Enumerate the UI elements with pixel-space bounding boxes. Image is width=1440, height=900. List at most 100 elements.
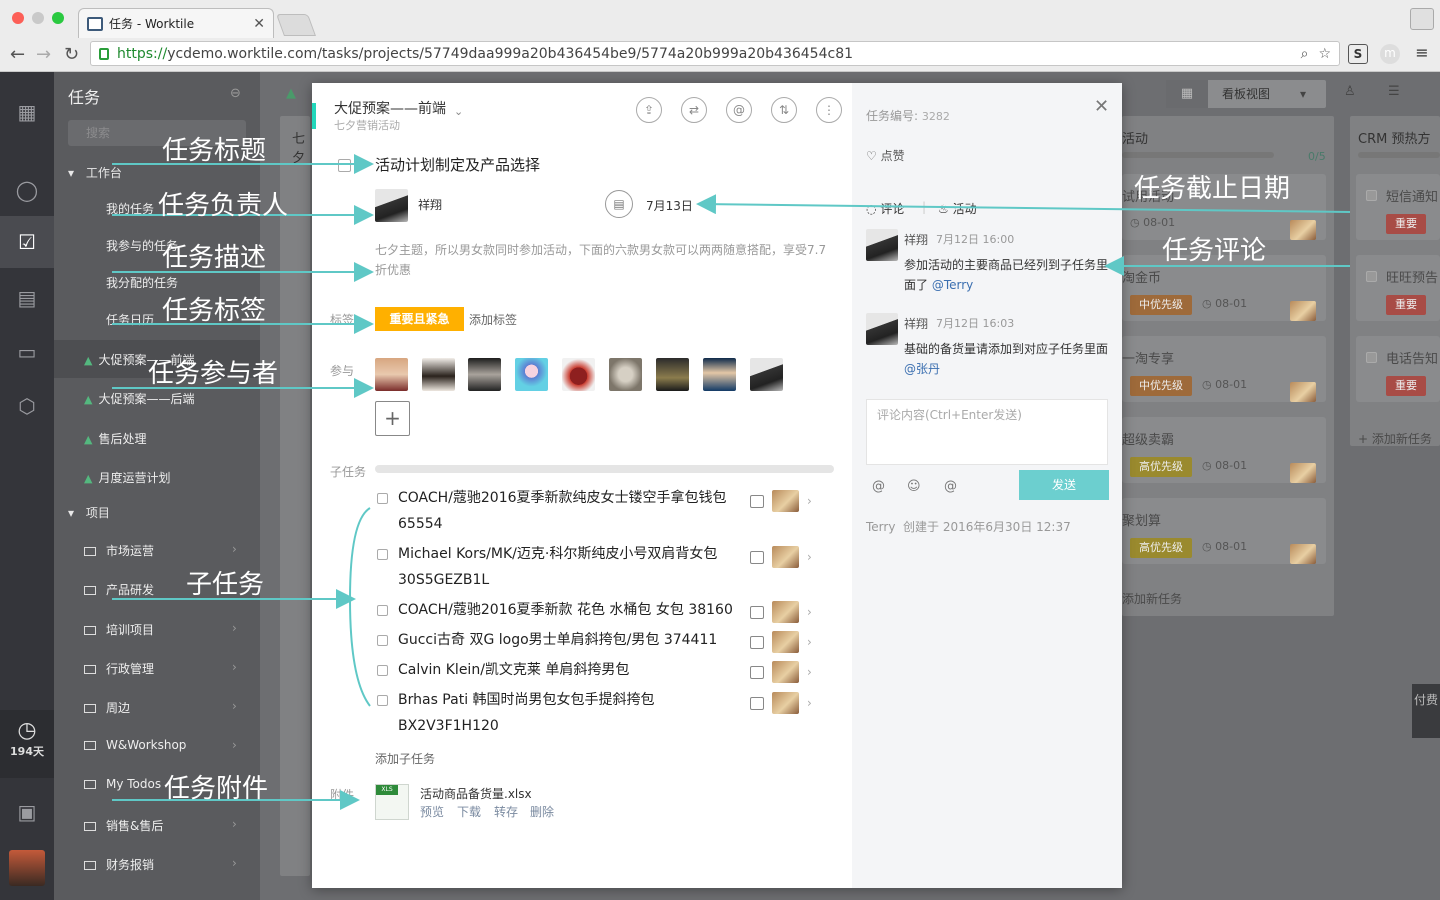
add-subtask-link[interactable]: 添加子任务 [375,750,435,767]
project-chevron-down-icon[interactable]: ⌄ [454,105,463,118]
chat-icon[interactable]: ◯ [0,164,54,216]
calendar-icon[interactable]: ▤ [605,190,633,218]
attachment-action-delete[interactable]: 删除 [530,803,554,820]
comment-avatar[interactable] [866,313,898,345]
sidebar-item-project-1[interactable]: 市场运营 [84,542,154,559]
comment-avatar[interactable] [866,229,898,261]
sidebar-item-task-calendar[interactable]: 任务日历 [106,311,154,328]
subtask-checkbox[interactable] [377,695,388,706]
subtask-title[interactable]: COACH/蔻驰2016夏季新款 花色 水桶包 女包 38160 [398,597,748,623]
chevron-right-icon[interactable]: › [807,665,812,679]
sidebar-item-project-9[interactable]: 财务报销 [84,856,154,873]
sidebar-item-project-2[interactable]: 产品研发 [84,581,154,598]
address-bar[interactable]: https:// ycdemo.worktile.com/tasks/proje… [90,41,1340,66]
sidebar-item-project-5[interactable]: 周边 [84,699,130,716]
sidebar-item-starred-3[interactable]: ▲ 售后处理 [84,430,146,447]
subtask-assignee-avatar[interactable] [772,601,799,623]
tasks-icon[interactable]: ☑ [0,216,54,268]
add-participant-button[interactable]: + [375,401,410,436]
calendar-icon[interactable] [750,665,764,679]
attachment-name[interactable]: 活动商品备货量.xlsx [420,785,532,802]
subtask-checkbox[interactable] [377,549,388,560]
calendar-icon[interactable] [750,696,764,710]
subtask-title[interactable]: Michael Kors/MK/迈克·科尔斯纯皮小号双肩背女包30S5GEZB1… [398,541,748,593]
files-icon[interactable]: ▭ [0,326,54,378]
tag-important-urgent[interactable]: 重要且紧急 [375,307,464,331]
add-tag-link[interactable]: 添加标签 [469,311,517,328]
attachment-action-preview[interactable]: 预览 [420,803,444,820]
xlsx-file-icon[interactable]: XLS [375,784,409,820]
emoji-icon[interactable]: ☺ [907,479,921,494]
zoom-window-button[interactable] [52,12,64,24]
trial-days[interactable]: ◷ 194天 [0,710,54,778]
subtask-assignee-avatar[interactable] [772,661,799,683]
board-card[interactable]: 短信通知 重要 [1356,174,1440,240]
add-task-link[interactable]: + 添加新任务 [1358,430,1432,447]
card-checkbox[interactable] [1366,271,1377,282]
sidebar-item-project-7[interactable]: My Todos [84,777,161,791]
reload-icon[interactable]: ↻ [64,44,79,65]
subtask-title[interactable]: COACH/蔻驰2016夏季新款纯皮女士镂空手拿包钱包 65554 [398,485,748,537]
board-card[interactable]: 超级卖霸 高优先级 ◷ 08-01 [1122,417,1326,483]
menu-icon[interactable]: ≡ [1412,44,1432,64]
calendar-icon[interactable] [750,635,764,649]
subtask-title[interactable]: Calvin Klein/凯文克莱 单肩斜挎男包 [398,657,748,683]
inbox-icon[interactable]: ⊖ [230,86,241,101]
close-icon[interactable]: ✕ [1094,96,1109,117]
chevron-right-icon[interactable]: › [807,605,812,619]
send-button[interactable]: 发送 [1019,470,1109,500]
task-description[interactable]: 七夕主题，所以男女款同时参加活动，下面的六款男女款可以两两随意搭配，享受7.7折… [375,240,835,280]
board-card[interactable]: 聚划算 高优先级 ◷ 08-01 [1122,498,1326,564]
project-name[interactable]: 大促预案——前端 [334,98,446,118]
subtask-assignee-avatar[interactable] [772,692,799,714]
close-window-button[interactable] [12,12,24,24]
add-task-link[interactable]: 添加新任务 [1122,590,1182,607]
calendar-icon[interactable] [750,550,764,564]
chevron-right-icon[interactable]: › [807,494,812,508]
subtask-checkbox[interactable] [377,493,388,504]
subtask-assignee-avatar[interactable] [772,490,799,512]
due-date[interactable]: 7月13日 [646,197,693,214]
comment-author[interactable]: 祥翔 [904,315,928,332]
tab-activity[interactable]: ♨ 活动 [938,200,977,217]
board-card[interactable]: 一淘专享 中优先级 ◷ 08-01 [1122,336,1326,402]
more-icon[interactable]: ⋮ [816,97,842,123]
participant-avatar[interactable] [703,358,736,391]
card-checkbox[interactable] [1366,190,1377,201]
profile-icon[interactable] [1410,8,1434,30]
task-title[interactable]: 活动计划制定及产品选择 [375,154,540,175]
participant-avatar[interactable] [750,358,783,391]
mention[interactable]: @张丹 [904,362,940,376]
subtask-assignee-avatar[interactable] [772,631,799,653]
card-checkbox[interactable] [1366,352,1377,363]
user-avatar[interactable] [9,850,45,886]
forward-icon[interactable]: → [36,44,51,65]
projects-section[interactable]: ▾ 项目 [68,504,110,521]
chevron-right-icon[interactable]: › [807,550,812,564]
comment-input[interactable]: 评论内容(Ctrl+Enter发送) [866,399,1108,465]
sidebar-item-project-4[interactable]: 行政管理 [84,660,154,677]
assignee-name[interactable]: 祥翔 [418,196,442,213]
calendar-icon[interactable] [750,494,764,508]
sidebar-item-project-8[interactable]: 销售&售后 [84,817,163,834]
bookmark-star-icon[interactable]: ☆ [1318,46,1331,62]
member-icon[interactable]: ♙ [1344,84,1356,99]
participant-avatar[interactable] [656,358,689,391]
grid-view-icon[interactable]: ▦ [1166,80,1208,108]
board-card[interactable]: 电话告知 重要 [1356,336,1440,402]
back-icon[interactable]: ← [10,44,25,65]
sidebar-item-starred-2[interactable]: ▲ 大促预案——后端 [84,390,194,407]
attach-icon[interactable]: @ [872,479,885,494]
participant-avatar[interactable] [422,358,455,391]
subtask-title[interactable]: Gucci古奇 双G logo男士单肩斜挎包/男包 374411 [398,627,748,653]
chevron-right-icon[interactable]: › [807,696,812,710]
assignee-avatar[interactable] [375,189,408,222]
attachment-icon[interactable]: @ [726,97,752,123]
extension-s-icon[interactable]: S [1348,44,1368,64]
calendar-icon[interactable]: ▤ [0,272,54,324]
participant-avatar[interactable] [468,358,501,391]
participant-avatar[interactable] [375,358,408,391]
board-card[interactable]: 旺旺预告 重要 [1356,255,1440,321]
mention[interactable]: @Terry [932,278,973,292]
share-icon[interactable]: ⇪ [636,97,662,123]
